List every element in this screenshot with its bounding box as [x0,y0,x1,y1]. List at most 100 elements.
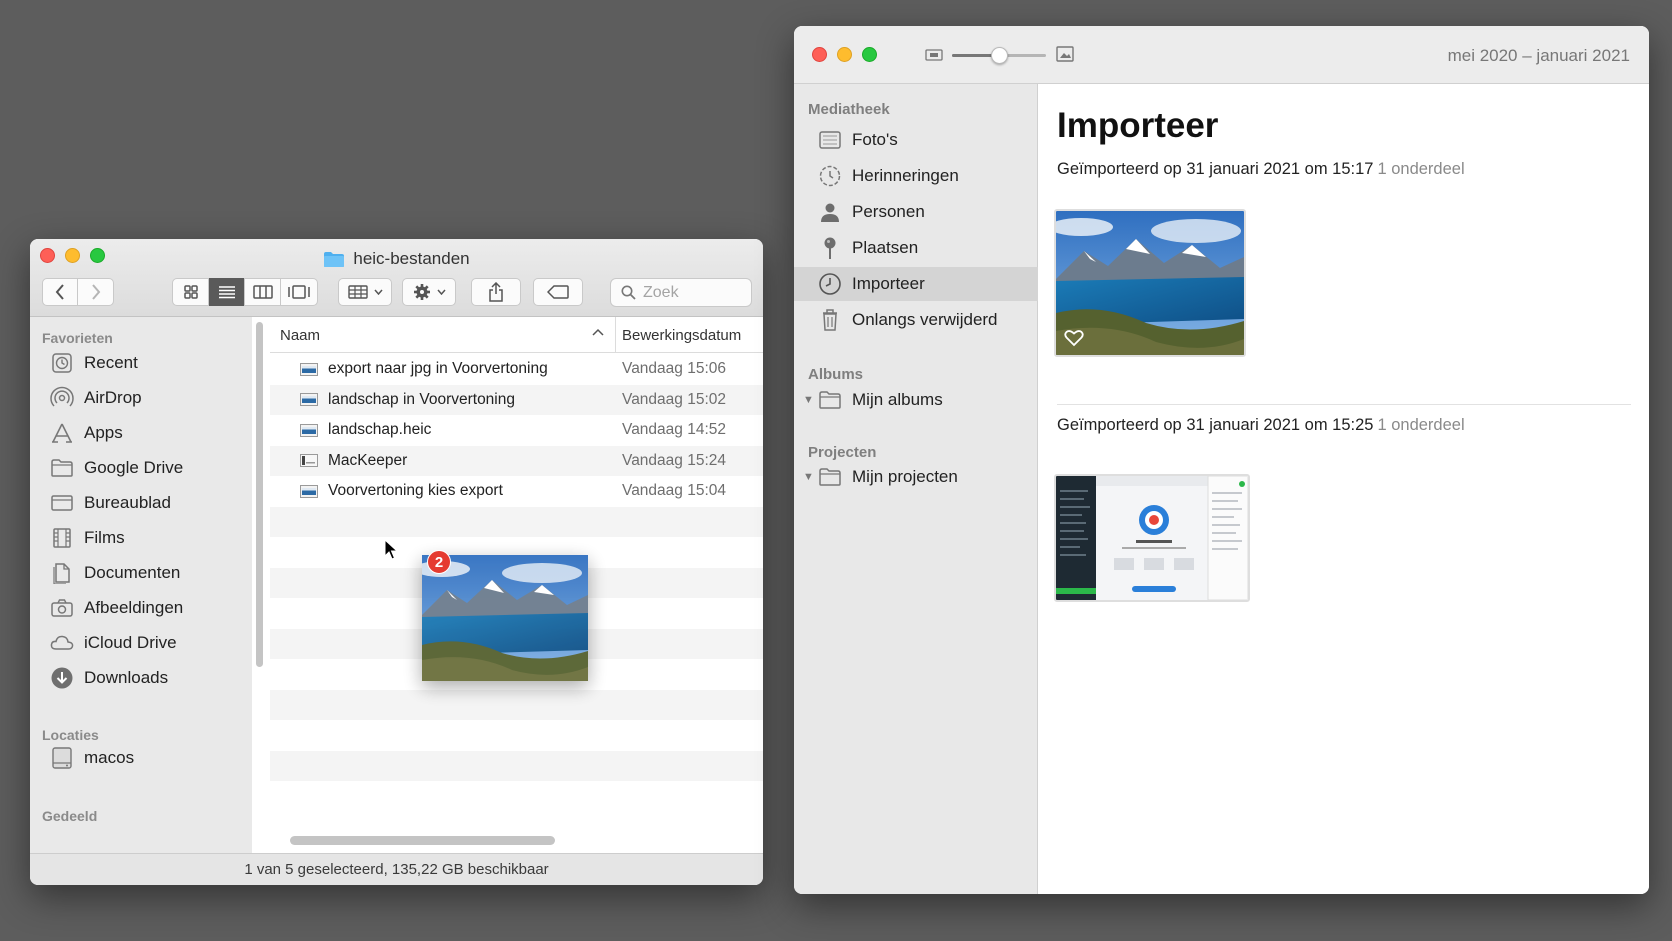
sidebar-item-apps[interactable]: Apps [50,419,123,447]
sidebar-item-label: macos [84,748,135,767]
disclosure-triangle-icon[interactable]: ▼ [803,394,814,406]
sidebar-scrollbar[interactable] [256,322,263,667]
zoom-slider[interactable] [952,47,1046,64]
trash-icon [818,308,842,332]
zoom-slider-knob[interactable] [991,47,1008,64]
sidebar-item-label: Personen [852,202,925,221]
sidebar-item-memories[interactable]: Herinneringen [794,159,1038,193]
gallery-icon [288,285,310,299]
chevron-right-icon [91,284,100,300]
back-button[interactable] [43,278,79,306]
action-button[interactable] [402,278,456,306]
sidebar-item-airdrop[interactable]: AirDrop [50,384,142,412]
column-view-button[interactable] [245,278,281,306]
maximize-button[interactable] [862,47,877,62]
sidebar-item-label: AirDrop [84,388,142,407]
file-row[interactable]: MacKeeper Vandaag 15:24 [270,445,763,476]
sidebar-item-label: Mijn albums [852,390,943,409]
photo-thumbnail[interactable] [1054,209,1246,357]
tag-button[interactable] [533,278,583,306]
list-view-button[interactable] [209,278,245,306]
sidebar-item-label: Downloads [84,668,169,687]
file-row[interactable]: Voorvertoning kies export Vandaag 15:04 [270,476,763,507]
photo-size-icon[interactable] [1056,46,1074,62]
sidebar-item-import[interactable]: Importeer [794,267,1038,301]
sidebar-item-photos[interactable]: Foto's [794,123,1038,157]
image-file-icon [300,484,318,498]
column-name-header[interactable]: Naam [280,327,320,344]
sidebar-item-recently-deleted[interactable]: Onlangs verwijderd [794,303,1038,337]
file-name: Voorvertoning kies export [328,482,503,500]
sidebar-item-my-albums[interactable]: ▼ Mijn albums [794,383,1038,417]
file-row[interactable]: landschap in Voorvertoning Vandaag 15:02 [270,384,763,415]
sidebar-item-places[interactable]: Plaatsen [794,231,1038,265]
sidebar-item-label: Mijn projecten [852,467,958,486]
sidebar-item-films[interactable]: Films [50,524,125,552]
image-file-icon [300,362,318,376]
camera-icon [50,596,74,620]
sort-ascending-icon[interactable] [592,328,604,336]
sidebar-item-recent[interactable]: Recent [50,349,138,377]
forward-button[interactable] [78,278,113,306]
file-row[interactable]: export naar jpg in Voorvertoning Vandaag… [270,354,763,385]
sidebar-item-label: Afbeeldingen [84,598,184,617]
file-date: Vandaag 15:02 [622,390,727,408]
search-icon [621,285,636,300]
icon-view-button[interactable] [173,278,209,306]
close-button[interactable] [812,47,827,62]
screenshot-thumbnail-image [1056,476,1248,600]
sidebar-item-macos[interactable]: macos [50,744,134,772]
import-label: Geïmporteerd op 31 januari 2021 om 15:25 [1057,416,1374,434]
empty-row [270,689,763,720]
columns-icon [252,285,273,299]
search-input[interactable] [643,283,743,302]
sidebar-item-documents[interactable]: Documenten [50,559,180,587]
photos-icon [818,128,842,152]
file-row[interactable]: landschap.heic Vandaag 14:52 [270,415,763,446]
person-icon [818,200,842,224]
sidebar-item-people[interactable]: Personen [794,195,1038,229]
sidebar-item-desktop[interactable]: Bureaublad [50,489,171,517]
photo-thumbnail[interactable] [1054,474,1250,602]
group-grid-icon [347,285,368,299]
gallery-view-button[interactable] [281,278,317,306]
projects-header: Projecten [808,444,877,461]
page-title: Importeer [1057,106,1219,145]
document-icon [50,561,74,585]
sidebar-toggle-icon[interactable] [925,48,943,62]
section-divider [1057,404,1631,405]
sidebar-item-pictures[interactable]: Afbeeldingen [50,594,183,622]
horizontal-scrollbar[interactable] [290,836,555,845]
sidebar-item-my-projects[interactable]: ▼ Mijn projecten [794,460,1038,494]
sidebar-item-downloads[interactable]: Downloads [50,664,168,692]
import-group-header: Geïmporteerd op 31 januari 2021 om 15:17… [1057,160,1465,179]
desktop-icon [50,491,74,515]
chevron-down-icon [373,289,383,295]
minimize-button[interactable] [837,47,852,62]
dragged-photo-preview[interactable] [422,555,588,681]
chevron-down-icon [436,289,446,295]
search-field[interactable] [610,278,752,307]
empty-row [270,750,763,781]
sidebar-item-icloud-drive[interactable]: iCloud Drive [50,629,177,657]
sidebar-item-label: Plaatsen [852,238,919,257]
chevron-left-icon [55,284,64,300]
window-title: heic-bestanden [30,249,763,269]
sidebar-item-label: iCloud Drive [84,633,177,652]
empty-row [270,781,763,812]
group-button[interactable] [338,278,392,306]
heart-icon[interactable] [1064,329,1084,347]
tag-icon [547,285,569,299]
disclosure-triangle-icon[interactable]: ▼ [803,471,814,483]
file-name: MacKeeper [328,451,408,469]
apps-icon [50,421,74,445]
share-button[interactable] [471,278,521,306]
nav-buttons [42,278,114,306]
albums-header: Albums [808,366,864,383]
share-icon [489,282,503,302]
sidebar-item-google-drive[interactable]: Google Drive [50,454,183,482]
list-icon [218,286,235,299]
column-date-header[interactable]: Bewerkingsdatum [622,327,741,344]
photos-main: Importeer Geïmporteerd op 31 januari 202… [1039,84,1649,894]
sidebar-item-label: Google Drive [84,458,184,477]
